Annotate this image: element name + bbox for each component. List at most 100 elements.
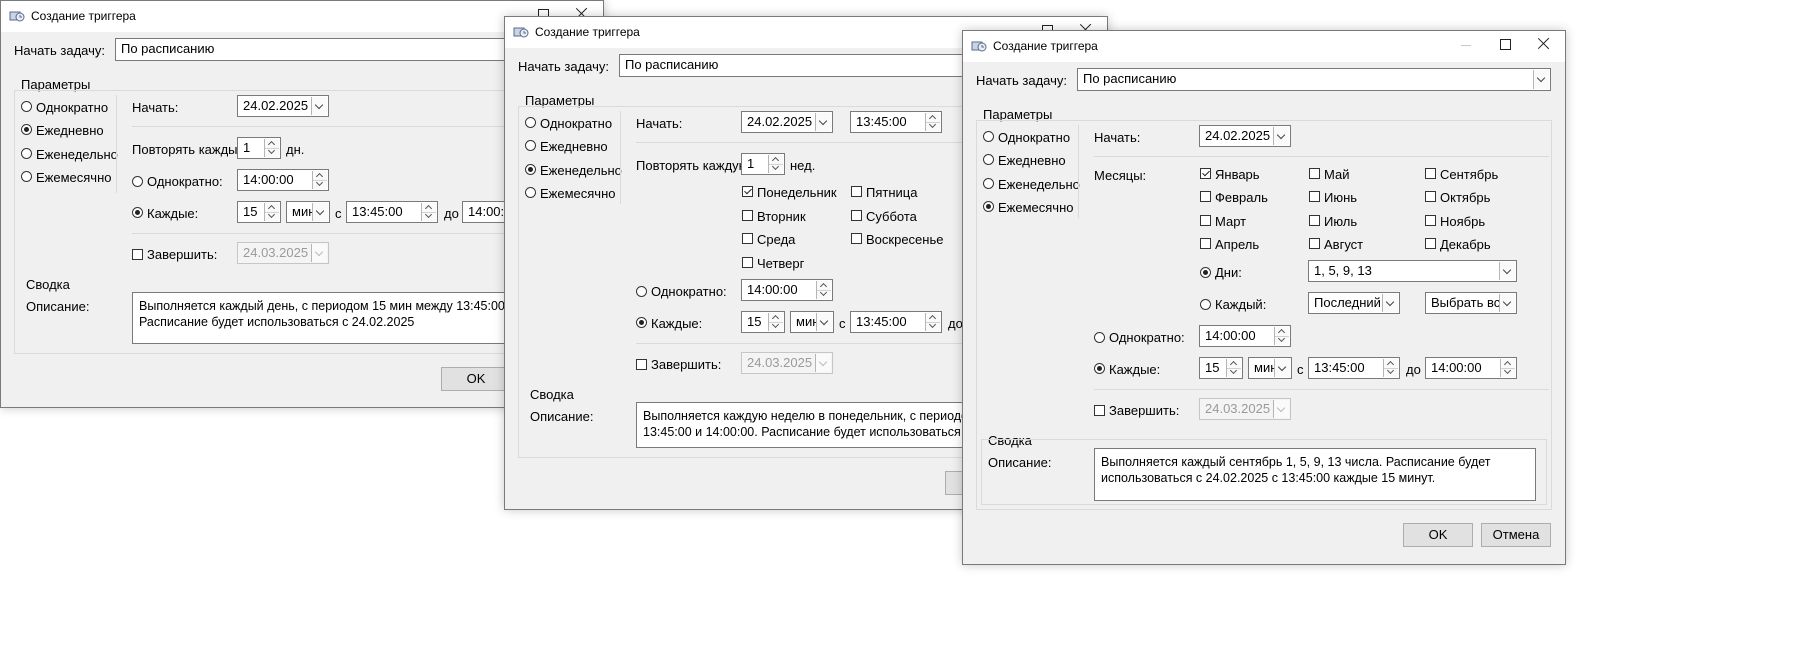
spin-buttons[interactable] [1383, 359, 1398, 377]
weekday-checkbox-monday[interactable] [742, 186, 753, 197]
finish-checkbox[interactable] [1094, 405, 1105, 416]
spin-buttons[interactable] [264, 139, 279, 157]
weekday-label[interactable]: Пятница [866, 185, 917, 200]
month-checkbox-march[interactable] [1200, 215, 1211, 226]
cancel-button[interactable]: Отмена [1481, 523, 1551, 547]
description-box[interactable]: Выполняется каждый сентябрь 1, 5, 9, 13 … [1094, 448, 1536, 501]
every-unit-combobox[interactable]: мин [790, 311, 834, 333]
start-date-picker[interactable]: 24.02.2025 [237, 95, 329, 117]
month-checkbox-may[interactable] [1309, 168, 1320, 179]
weekday-label[interactable]: Воскресенье [866, 232, 943, 247]
calendar-dropdown-icon[interactable] [311, 97, 327, 115]
spin-buttons[interactable] [264, 203, 279, 221]
radio-each[interactable] [1200, 299, 1211, 310]
radio-weekly[interactable] [983, 178, 994, 189]
each-ordinal-combobox[interactable]: Последний [1308, 292, 1400, 314]
radio-monthly[interactable] [525, 187, 536, 198]
weekday-checkbox-thursday[interactable] [742, 257, 753, 268]
weekday-checkbox-sunday[interactable] [851, 233, 862, 244]
repeat-stepper[interactable]: 1 [237, 137, 281, 159]
radio-daily[interactable] [983, 154, 994, 165]
weekday-checkbox-tuesday[interactable] [742, 210, 753, 221]
chevron-down-icon[interactable] [1274, 359, 1290, 377]
radio-monthly[interactable] [21, 171, 32, 182]
radio-once[interactable] [21, 101, 32, 112]
calendar-dropdown-icon[interactable] [815, 354, 831, 372]
ok-button[interactable]: OK [441, 367, 511, 391]
once-time-label[interactable]: Однократно: [651, 284, 727, 299]
from-time-stepper[interactable]: 13:45:00 [850, 311, 942, 333]
spin-buttons[interactable] [925, 113, 940, 131]
chevron-down-icon[interactable] [1499, 262, 1515, 280]
month-label[interactable]: Январь [1215, 167, 1260, 182]
spin-buttons[interactable] [1500, 359, 1515, 377]
once-time-stepper[interactable]: 14:00:00 [1199, 325, 1291, 347]
month-checkbox-february[interactable] [1200, 191, 1211, 202]
month-label[interactable]: Август [1324, 237, 1363, 252]
from-time-stepper[interactable]: 13:45:00 [346, 201, 438, 223]
each-day-combobox[interactable]: Выбрать все [1425, 292, 1517, 314]
month-label[interactable]: Сентябрь [1440, 167, 1498, 182]
radio-every[interactable] [1094, 363, 1105, 374]
month-label[interactable]: Декабрь [1440, 237, 1491, 252]
month-label[interactable]: Февраль [1215, 190, 1268, 205]
month-checkbox-november[interactable] [1425, 215, 1436, 226]
start-date-picker[interactable]: 24.02.2025 [1199, 125, 1291, 147]
radio-once-time[interactable] [1094, 332, 1105, 343]
month-checkbox-april[interactable] [1200, 238, 1211, 249]
spin-buttons[interactable] [768, 313, 783, 331]
every-label[interactable]: Каждые: [651, 316, 702, 331]
radio-daily-label[interactable]: Ежедневно [998, 153, 1066, 168]
chevron-down-icon[interactable] [312, 203, 328, 221]
radio-daily[interactable] [21, 124, 32, 135]
once-time-stepper[interactable]: 14:00:00 [741, 279, 833, 301]
month-checkbox-july[interactable] [1309, 215, 1320, 226]
radio-once-label[interactable]: Однократно [36, 100, 108, 115]
once-time-stepper[interactable]: 14:00:00 [237, 169, 329, 191]
finish-label[interactable]: Завершить: [147, 247, 217, 262]
spin-buttons[interactable] [768, 155, 783, 173]
calendar-dropdown-icon[interactable] [311, 244, 327, 262]
finish-date-picker[interactable]: 24.03.2025 [1199, 398, 1291, 420]
from-time-stepper[interactable]: 13:45:00 [1308, 357, 1400, 379]
each-label[interactable]: Каждый: [1215, 297, 1266, 312]
radio-weekly[interactable] [525, 164, 536, 175]
ok-button[interactable]: OK [1403, 523, 1473, 547]
title-bar[interactable]: Создание триггера [963, 31, 1565, 62]
radio-every[interactable] [636, 317, 647, 328]
every-label[interactable]: Каждые: [147, 206, 198, 221]
radio-weekly-label[interactable]: Еженедельно [998, 177, 1080, 192]
weekday-label[interactable]: Понедельник [757, 185, 837, 200]
start-task-combobox[interactable]: По расписанию [1077, 68, 1551, 91]
once-time-label[interactable]: Однократно: [1109, 330, 1185, 345]
finish-label[interactable]: Завершить: [651, 357, 721, 372]
repeat-stepper[interactable]: 1 [741, 153, 785, 175]
radio-once[interactable] [525, 117, 536, 128]
radio-once-label[interactable]: Однократно [540, 116, 612, 131]
maximize-icon[interactable] [1500, 39, 1511, 50]
month-checkbox-january[interactable] [1200, 168, 1211, 179]
radio-daily[interactable] [525, 140, 536, 151]
radio-monthly[interactable] [983, 201, 994, 212]
start-date-picker[interactable]: 24.02.2025 [741, 111, 833, 133]
radio-daily-label[interactable]: Ежедневно [540, 139, 608, 154]
calendar-dropdown-icon[interactable] [1273, 127, 1289, 145]
finish-date-picker[interactable]: 24.03.2025 [237, 242, 329, 264]
finish-date-picker[interactable]: 24.03.2025 [741, 352, 833, 374]
every-label[interactable]: Каждые: [1109, 362, 1160, 377]
once-time-label[interactable]: Однократно: [147, 174, 223, 189]
spin-buttons[interactable] [1274, 327, 1289, 345]
start-time-stepper[interactable]: 13:45:00 [850, 111, 942, 133]
spin-buttons[interactable] [312, 171, 327, 189]
weekday-checkbox-saturday[interactable] [851, 210, 862, 221]
radio-days[interactable] [1200, 267, 1211, 278]
month-label[interactable]: Ноябрь [1440, 214, 1485, 229]
radio-every[interactable] [132, 207, 143, 218]
weekday-checkbox-wednesday[interactable] [742, 233, 753, 244]
finish-checkbox[interactable] [636, 359, 647, 370]
every-unit-combobox[interactable]: мин [1248, 357, 1292, 379]
spin-buttons[interactable] [421, 203, 436, 221]
every-stepper[interactable]: 15 [1199, 357, 1243, 379]
weekday-checkbox-friday[interactable] [851, 186, 862, 197]
days-combobox[interactable]: 1, 5, 9, 13 [1308, 260, 1517, 282]
